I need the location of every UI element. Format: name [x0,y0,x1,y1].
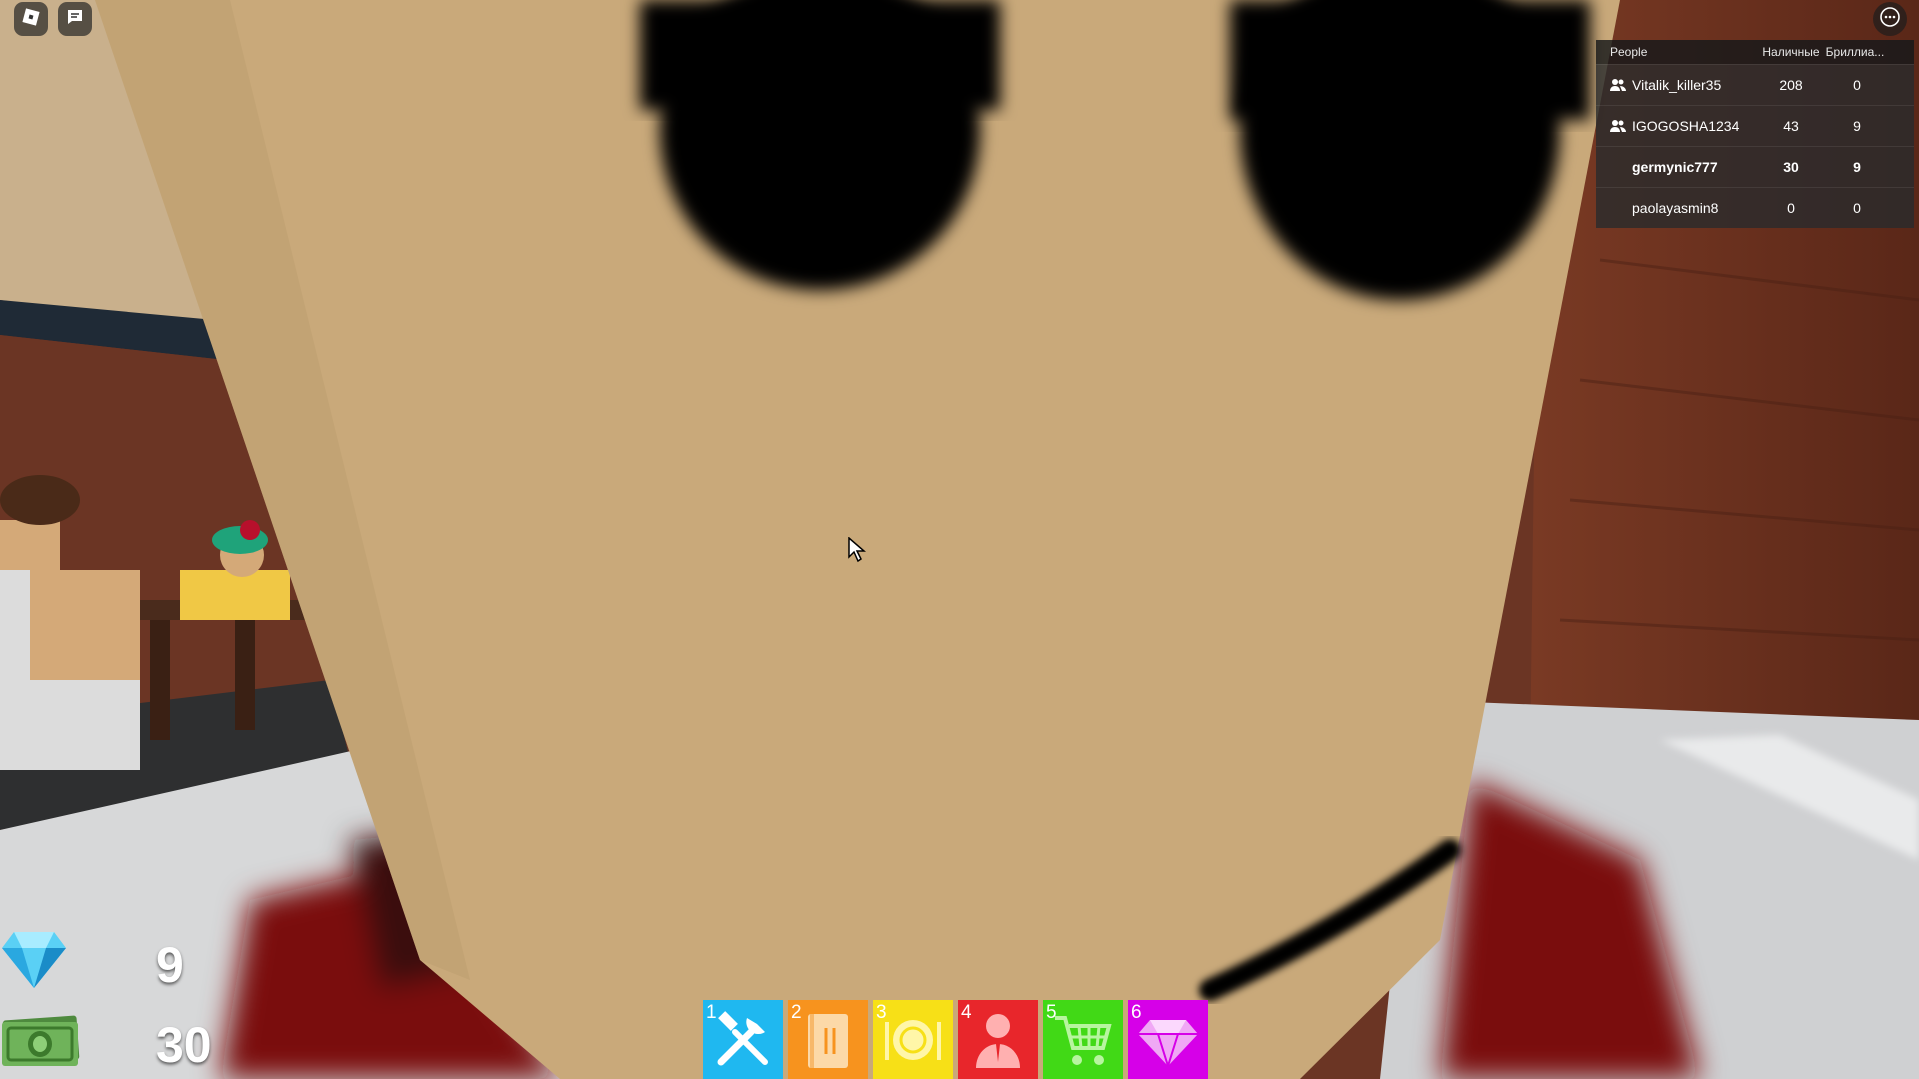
hotbar-slot-6[interactable]: 6 [1128,1000,1208,1079]
hotbar: 123456 [703,1000,1208,1079]
player-name: Vitalik_killer35 [1632,77,1722,93]
ellipsis-icon [1879,6,1901,32]
cash-column-header: Наличные [1762,45,1820,59]
hotbar-slot-5[interactable]: 5 [1043,1000,1123,1079]
gems-column-header: Бриллиа... [1825,45,1885,59]
player-cash: 208 [1779,77,1803,93]
cash-icon [0,1012,82,1074]
player-leaderboard: People Наличные Бриллиа... Vitalik_kille… [1596,40,1914,228]
player-gems: 9 [1853,159,1861,175]
hotbar-slot-2[interactable]: 2 [788,1000,868,1079]
player-cash: 43 [1783,118,1799,134]
gems-count: 9 [156,937,184,993]
hotbar-slot-1[interactable]: 1 [703,1000,783,1079]
leaderboard-row[interactable]: Vitalik_killer35 208 0 [1596,64,1914,105]
people-column-header: People [1610,45,1648,59]
leaderboard-row[interactable]: germynic777 30 9 [1596,146,1914,187]
player-gems: 9 [1853,118,1861,134]
leaderboard-row[interactable]: paolayasmin8 0 0 [1596,187,1914,228]
player-cash: 30 [1783,159,1799,175]
mouse-cursor-icon [848,536,867,567]
leaderboard-header: People Наличные Бриллиа... [1596,40,1914,64]
roblox-menu-button[interactable] [14,2,48,36]
player-name: paolayasmin8 [1632,200,1719,216]
hotbar-slot-3[interactable]: 3 [873,1000,953,1079]
diamond-icon [0,930,68,994]
cash-count: 30 [156,1017,212,1073]
more-options-button[interactable] [1873,2,1907,36]
player-gems: 0 [1853,77,1861,93]
player-cash: 0 [1787,200,1795,216]
friends-icon [1610,78,1626,92]
chat-icon [65,7,85,31]
chat-button[interactable] [58,2,92,36]
player-gems: 0 [1853,200,1861,216]
roblox-logo-icon [21,7,41,31]
player-name: IGOGOSHA1234 [1632,118,1740,134]
hotbar-slot-4[interactable]: 4 [958,1000,1038,1079]
player-name: germynic777 [1632,159,1718,175]
friends-icon [1610,119,1626,133]
leaderboard-row[interactable]: IGOGOSHA1234 43 9 [1596,105,1914,146]
